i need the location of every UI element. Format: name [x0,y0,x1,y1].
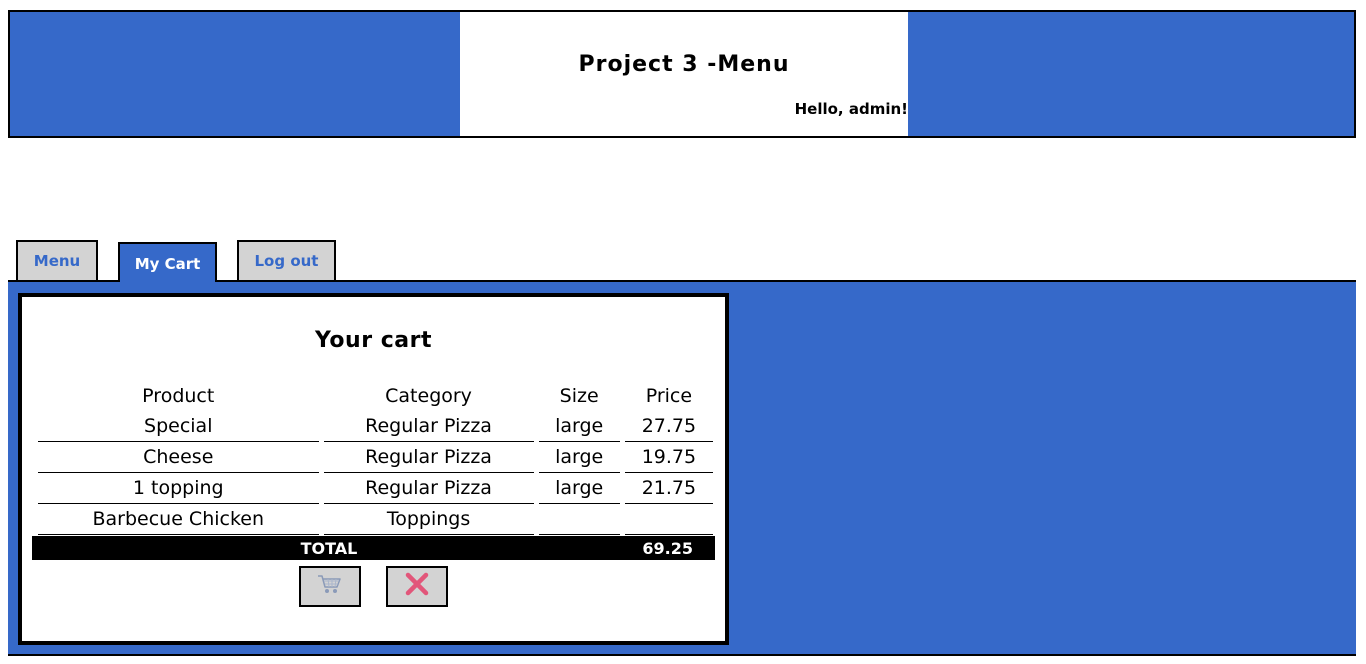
tab-content-panel: Your cart Product Category Size Price Sp… [8,280,1356,656]
checkout-button[interactable] [299,566,361,607]
cell-price: 21.75 [624,473,713,504]
cell-size: large [538,473,620,504]
column-header-price: Price [645,384,693,407]
site-title: Project 3 -Menu [578,52,790,77]
cell-category: Regular Pizza [323,473,534,504]
table-row: Cheese Regular Pizza large 19.75 [38,442,713,473]
cell-product: Cheese [38,442,319,473]
total-label: TOTAL [300,539,358,558]
column-header-category: Category [385,384,472,407]
cart-panel: Your cart Product Category Size Price Sp… [18,293,729,645]
shopping-cart-icon [317,573,343,600]
site-header: Project 3 -Menu Hello, admin! [8,10,1356,138]
user-greeting: Hello, admin! [794,100,908,118]
close-x-icon [404,571,430,602]
column-header-product: Product [142,384,215,407]
column-header-size: Size [559,384,599,407]
cell-size: large [538,411,620,442]
cell-product: 1 topping [38,473,319,504]
cart-header-row: Product Category Size Price [38,380,713,411]
cell-size [538,504,620,535]
cell-product: Barbecue Chicken [38,504,319,535]
cart-table: Product Category Size Price Special Regu… [33,380,718,535]
tab-my-cart[interactable]: My Cart [118,242,217,282]
table-row: Barbecue Chicken Toppings [38,504,713,535]
table-row: Special Regular Pizza large 27.75 [38,411,713,442]
header-title-panel: Project 3 -Menu Hello, admin! [460,12,908,136]
total-value: 69.25 [642,539,693,558]
cell-category: Regular Pizza [323,411,534,442]
cell-product: Special [38,411,319,442]
cell-price: 27.75 [624,411,713,442]
cell-price: 19.75 [624,442,713,473]
cart-title: Your cart [315,328,432,353]
cell-size: large [538,442,620,473]
clear-cart-button[interactable] [386,566,448,607]
cell-category: Regular Pizza [323,442,534,473]
tab-log-out[interactable]: Log out [237,240,336,280]
cell-price [624,504,713,535]
tab-menu[interactable]: Menu [16,240,98,280]
cell-category: Toppings [323,504,534,535]
table-row: 1 topping Regular Pizza large 21.75 [38,473,713,504]
total-row: TOTAL 69.25 [32,536,715,560]
